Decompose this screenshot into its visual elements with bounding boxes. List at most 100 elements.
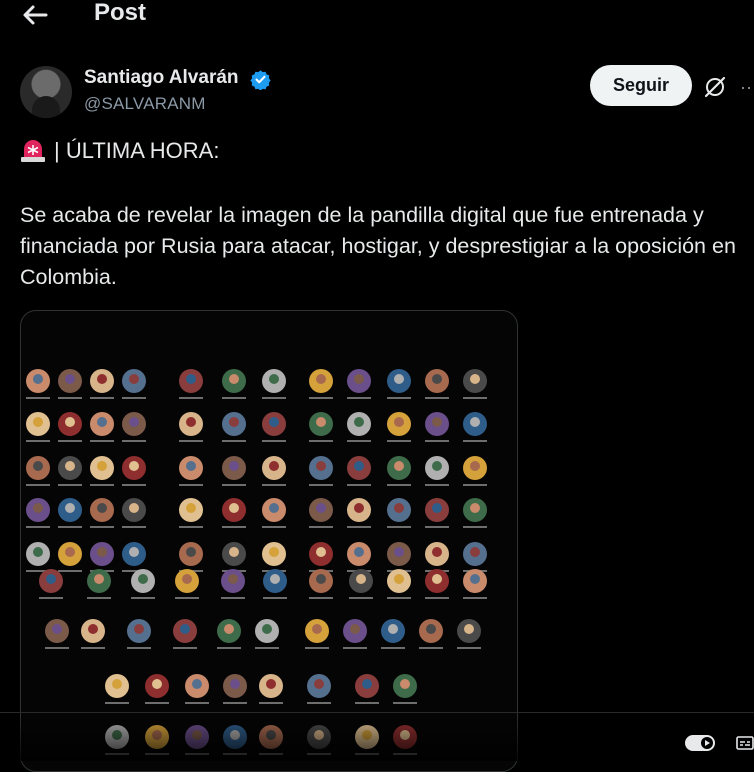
collage-avatar xyxy=(263,569,287,599)
collage-avatar xyxy=(145,674,169,704)
collage-avatar xyxy=(305,619,329,649)
collage-avatar xyxy=(425,498,449,528)
collage-avatar xyxy=(387,569,411,599)
collage-avatar xyxy=(122,369,146,399)
collage-avatar xyxy=(347,412,371,442)
avatar[interactable] xyxy=(20,66,72,118)
collage-avatar xyxy=(185,674,209,704)
collage-avatar xyxy=(387,498,411,528)
collage-avatar xyxy=(173,619,197,649)
collage-avatar xyxy=(262,542,286,572)
collage-avatar xyxy=(222,456,246,486)
collage-avatar xyxy=(175,569,199,599)
author-handle: @SALVARANM xyxy=(84,94,206,113)
play-toggle-icon[interactable] xyxy=(684,734,716,752)
collage-avatar xyxy=(262,412,286,442)
collage-avatar xyxy=(122,456,146,486)
collage-avatar xyxy=(307,674,331,704)
collage-avatar xyxy=(131,569,155,599)
collage-avatar xyxy=(309,569,333,599)
collage-avatar xyxy=(347,456,371,486)
video-controls-bar xyxy=(0,712,754,761)
collage-avatar xyxy=(463,369,487,399)
collage-avatar xyxy=(58,542,82,572)
collage-avatar xyxy=(381,619,405,649)
video-progress-line xyxy=(0,712,754,713)
collage-avatar xyxy=(349,569,373,599)
collage-avatar xyxy=(223,674,247,704)
author-name[interactable]: Santiago Alvarán xyxy=(84,67,239,89)
collage-avatar xyxy=(309,412,333,442)
collage-avatar xyxy=(222,498,246,528)
collage-avatar xyxy=(262,369,286,399)
alert-line: | ÚLTIMA HORA: xyxy=(20,138,219,164)
collage-avatar xyxy=(179,456,203,486)
collage-avatar xyxy=(90,542,114,572)
captions-icon[interactable] xyxy=(736,736,754,750)
collage-avatar xyxy=(343,619,367,649)
collage-avatar xyxy=(179,542,203,572)
collage-avatar xyxy=(221,569,245,599)
post-image[interactable] xyxy=(20,310,518,772)
collage-avatar xyxy=(90,498,114,528)
collage-avatar xyxy=(122,498,146,528)
collage-avatar xyxy=(387,542,411,572)
back-arrow-icon[interactable] xyxy=(20,2,50,28)
collage-avatar xyxy=(425,369,449,399)
collage-avatar xyxy=(58,412,82,442)
collage-avatar xyxy=(122,412,146,442)
collage-avatar xyxy=(262,498,286,528)
collage-avatar xyxy=(58,456,82,486)
top-bar: Post xyxy=(0,0,754,44)
collage-avatar xyxy=(463,412,487,442)
collage-avatar xyxy=(26,498,50,528)
collage-avatar xyxy=(87,569,111,599)
collage-avatar xyxy=(179,498,203,528)
collage-avatar xyxy=(105,674,129,704)
collage-avatar xyxy=(425,569,449,599)
collage-avatar xyxy=(457,619,481,649)
collage-avatar xyxy=(122,542,146,572)
collage-avatar xyxy=(222,412,246,442)
collage-avatar xyxy=(255,619,279,649)
collage-avatar xyxy=(90,412,114,442)
collage-avatar xyxy=(309,542,333,572)
collage-avatar xyxy=(39,569,63,599)
collage-avatar xyxy=(262,456,286,486)
collage-avatar xyxy=(309,456,333,486)
collage-avatar xyxy=(26,369,50,399)
collage-avatar xyxy=(179,369,203,399)
collage-avatar xyxy=(127,619,151,649)
collage-avatar xyxy=(355,674,379,704)
collage-avatar xyxy=(309,369,333,399)
follow-button[interactable]: Seguir xyxy=(590,65,692,106)
collage-avatar xyxy=(58,369,82,399)
collage-avatar xyxy=(463,456,487,486)
siren-icon xyxy=(21,140,45,162)
collage-avatar xyxy=(463,542,487,572)
more-options-button[interactable]: ·· xyxy=(740,77,752,98)
alert-text: | ÚLTIMA HORA: xyxy=(54,138,220,163)
collage-avatar xyxy=(179,412,203,442)
collage-avatar xyxy=(45,619,69,649)
collage-avatar xyxy=(222,542,246,572)
collage-avatar xyxy=(387,369,411,399)
collage-avatar xyxy=(26,456,50,486)
grok-icon[interactable] xyxy=(703,75,727,99)
collage-avatar xyxy=(419,619,443,649)
verified-badge-icon xyxy=(250,70,271,90)
collage-avatar xyxy=(393,674,417,704)
collage-avatar xyxy=(259,674,283,704)
collage-avatar xyxy=(425,456,449,486)
collage-avatar xyxy=(58,498,82,528)
collage-avatar xyxy=(90,369,114,399)
collage-avatar xyxy=(425,542,449,572)
collage-avatar xyxy=(217,619,241,649)
collage-avatar xyxy=(387,412,411,442)
avatar-collage xyxy=(26,369,487,755)
collage-avatar xyxy=(26,412,50,442)
collage-avatar xyxy=(387,456,411,486)
collage-avatar xyxy=(347,542,371,572)
collage-avatar xyxy=(347,498,371,528)
collage-avatar xyxy=(222,369,246,399)
